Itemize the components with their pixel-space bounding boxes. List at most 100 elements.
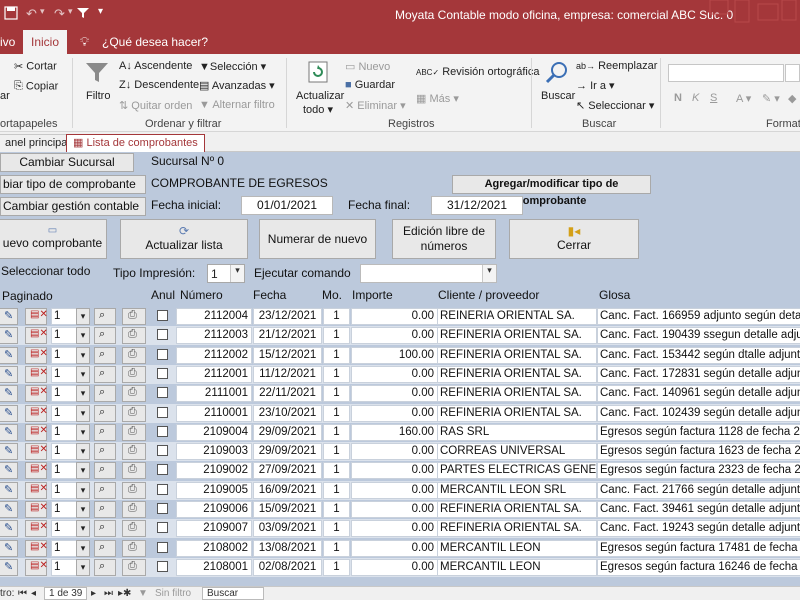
customize-toolbar-icon[interactable]: ▾ (98, 6, 103, 17)
edit-button[interactable]: ✎ (0, 539, 18, 557)
spelling-button[interactable]: ABC✓ Revisión ortográfica (416, 66, 539, 78)
number-cell[interactable]: 2112004 (176, 308, 252, 325)
gloss-cell[interactable]: Egresos según factura 2323 de fecha 27, (597, 462, 800, 480)
mo-cell[interactable]: 1 (323, 520, 350, 538)
void-checkbox[interactable] (157, 464, 168, 476)
amount-cell[interactable]: 0.00 (351, 385, 438, 403)
gloss-cell[interactable]: Canc. Fact. 19243 según detalle adjunt (597, 520, 800, 538)
delete-record-button[interactable]: ✕ Eliminar ▾ (345, 99, 406, 112)
client-cell[interactable]: REFINERIA ORIENTAL SA. (437, 327, 597, 345)
void-checkbox[interactable] (157, 367, 168, 379)
void-checkbox[interactable] (157, 522, 168, 534)
italic-button[interactable]: K (692, 92, 699, 104)
void-checkbox[interactable] (157, 445, 168, 457)
mo-cell[interactable]: 1 (323, 404, 350, 422)
edit-button[interactable]: ✎ (0, 501, 18, 518)
date-cell[interactable]: 27/09/2021 (253, 462, 322, 480)
void-checkbox[interactable] (157, 560, 168, 572)
edit-button[interactable]: ✎ (0, 385, 18, 403)
amount-cell[interactable]: 0.00 (351, 481, 438, 499)
cut-button[interactable]: ✂ Cortar (14, 60, 57, 73)
preview-button[interactable]: ⌕ (94, 462, 116, 480)
mo-cell[interactable]: 1 (323, 558, 350, 576)
page-select[interactable]: 1 (51, 462, 77, 480)
void-checkbox[interactable] (157, 329, 168, 341)
remove-sort-button[interactable]: ⇅ Quitar orden (119, 99, 192, 112)
mo-cell[interactable]: 1 (323, 365, 350, 383)
tab-voucher-list[interactable]: ▦ Lista de comprobantes (66, 134, 205, 152)
find-button[interactable]: Buscar (541, 90, 575, 102)
page-select[interactable]: 1 (51, 404, 77, 422)
font-color-button[interactable]: A ▾ (736, 92, 751, 105)
refresh-all-button[interactable]: Actualizar (296, 90, 344, 102)
renumber-button[interactable]: Numerar de nuevo (259, 219, 376, 259)
print-button[interactable]: ⎙ (122, 365, 146, 383)
chevron-down-icon[interactable]: ▾ (482, 265, 496, 282)
gloss-cell[interactable]: Canc. Fact. 21766 según detalle adjunto (597, 481, 800, 499)
page-select[interactable]: 1 (51, 365, 77, 383)
print-button[interactable]: ⎙ (122, 443, 146, 461)
edit-button[interactable]: ✎ (0, 423, 18, 441)
print-button[interactable]: ⎙ (122, 481, 146, 499)
edit-button[interactable]: ✎ (0, 443, 18, 461)
prev-record-icon[interactable]: ◂ (31, 588, 36, 599)
print-button[interactable]: ⎙ (122, 346, 146, 364)
amount-cell[interactable]: 0.00 (351, 404, 438, 422)
next-record-icon[interactable]: ▸ (91, 588, 96, 599)
start-date-field[interactable]: 01/01/2021 (241, 196, 333, 215)
close-button[interactable]: ▮◂ Cerrar (509, 219, 639, 259)
delete-row-button[interactable]: ▤✕ (25, 385, 48, 403)
mo-cell[interactable]: 1 (323, 346, 350, 364)
client-cell[interactable]: REFINERIA ORIENTAL SA. (437, 346, 597, 364)
delete-row-button[interactable]: ▤✕ (25, 501, 48, 518)
page-select[interactable]: 1 (51, 481, 77, 499)
copy-button[interactable]: ⎘ Copiar (14, 80, 58, 93)
client-cell[interactable]: RAS SRL (437, 423, 597, 441)
chevron-down-icon[interactable]: ▾ (76, 558, 90, 576)
refresh-all-label-2[interactable]: todo ▾ (303, 103, 333, 116)
highlight-button[interactable]: ✎ ▾ (762, 92, 780, 105)
select-button[interactable]: ↖ Seleccionar ▾ (576, 99, 654, 112)
paste-button[interactable]: ar (0, 90, 10, 102)
chevron-down-icon[interactable]: ▾ (230, 265, 244, 282)
bold-button[interactable]: N (674, 92, 682, 104)
number-cell[interactable]: 2112003 (176, 327, 252, 345)
client-cell[interactable]: REINERIA ORIENTAL SA. (437, 308, 597, 325)
preview-button[interactable]: ⌕ (94, 539, 116, 557)
amount-cell[interactable]: 0.00 (351, 501, 438, 518)
undo-icon[interactable]: ↶ (26, 6, 37, 22)
mo-cell[interactable]: 1 (323, 501, 350, 518)
preview-button[interactable]: ⌕ (94, 481, 116, 499)
number-cell[interactable]: 2111001 (176, 385, 252, 403)
number-cell[interactable]: 2109003 (176, 443, 252, 461)
edit-button[interactable]: ✎ (0, 327, 18, 345)
date-cell[interactable]: 23/10/2021 (253, 404, 322, 422)
edit-button[interactable]: ✎ (0, 558, 18, 576)
page-select[interactable]: 1 (51, 558, 77, 576)
delete-row-button[interactable]: ▤✕ (25, 365, 48, 383)
ascending-button[interactable]: A↓ Ascendente (119, 60, 192, 72)
client-cell[interactable]: REFINERIA ORIENTAL SA. (437, 365, 597, 383)
mo-cell[interactable]: 1 (323, 327, 350, 345)
filter-button[interactable]: Filtro (86, 90, 110, 102)
font-name-combo[interactable] (668, 64, 784, 82)
delete-row-button[interactable]: ▤✕ (25, 327, 48, 345)
mo-cell[interactable]: 1 (323, 308, 350, 325)
chevron-down-icon[interactable]: ▾ (76, 443, 90, 461)
chevron-down-icon[interactable]: ▾ (76, 462, 90, 480)
save-icon[interactable] (4, 6, 18, 23)
client-cell[interactable]: REFINERIA ORIENTAL SA. (437, 520, 597, 538)
date-cell[interactable]: 16/09/2021 (253, 481, 322, 499)
mo-cell[interactable]: 1 (323, 539, 350, 557)
print-button[interactable]: ⎙ (122, 385, 146, 403)
delete-row-button[interactable]: ▤✕ (25, 520, 48, 538)
preview-button[interactable]: ⌕ (94, 327, 116, 345)
tell-me-box[interactable]: ¿Qué desea hacer? (102, 30, 208, 54)
client-cell[interactable]: MERCANTIL LEON SRL (437, 481, 597, 499)
chevron-down-icon[interactable]: ▾ (76, 520, 90, 538)
change-mgmt-button[interactable]: Cambiar gestión contable (0, 197, 146, 216)
print-button[interactable]: ⎙ (122, 327, 146, 345)
change-type-button[interactable]: biar tipo de comprobante (0, 175, 146, 194)
gloss-cell[interactable]: Canc. Fact. 39461 según detalle adjunto (597, 501, 800, 518)
first-record-icon[interactable]: ⏮ (18, 588, 27, 599)
